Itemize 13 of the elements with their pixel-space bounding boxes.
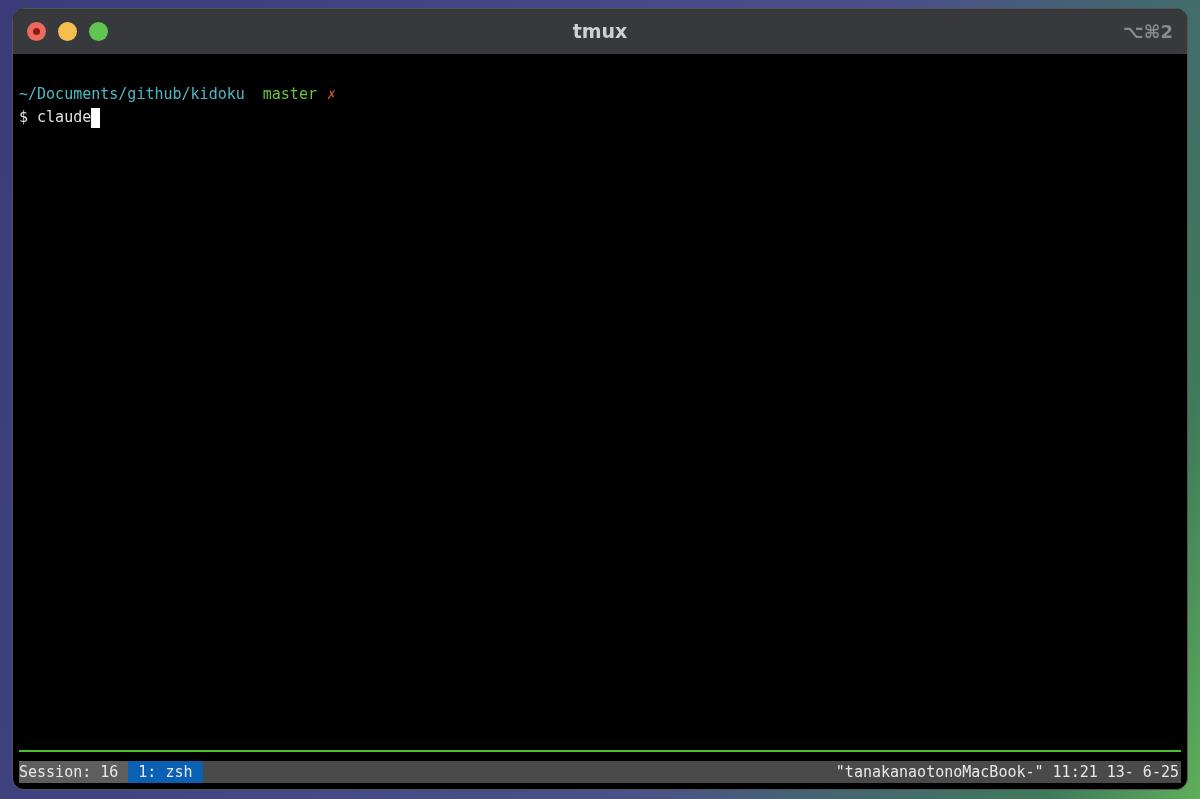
- maximize-button[interactable]: [89, 22, 108, 41]
- command-line: $ claude: [19, 107, 92, 128]
- minimize-button[interactable]: [58, 22, 77, 41]
- window-shortcut: ⌥⌘2: [1123, 20, 1173, 44]
- cursor: [91, 107, 101, 128]
- prompt-path: ~/Documents/github/kidoku: [19, 84, 245, 105]
- session-label: Session: 16: [19, 761, 129, 783]
- git-branch: master: [262, 84, 317, 105]
- status-right: "tanakanaotonoMacBook-" 11:21 13- 6-25: [835, 761, 1180, 783]
- close-button[interactable]: [27, 22, 46, 41]
- dirty-mark: ✗: [326, 84, 336, 105]
- window-tab[interactable]: 1: zsh: [128, 761, 203, 783]
- window-title: tmux: [572, 19, 628, 45]
